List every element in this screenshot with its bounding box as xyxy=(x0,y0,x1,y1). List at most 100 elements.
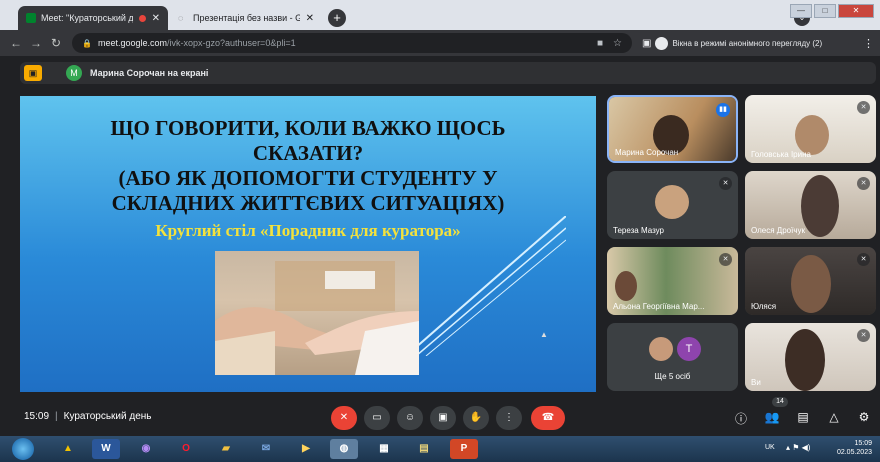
incognito-icon xyxy=(655,36,669,50)
participant-avatar xyxy=(655,185,689,219)
close-window-icon[interactable]: ✕ xyxy=(838,4,874,18)
screen: Meet: "Кураторський день" ✕ ◌ Презентаці… xyxy=(0,0,880,462)
participant-name: Головська Ірина xyxy=(751,150,811,159)
participant-name: Альона Георгіївна Мар... xyxy=(613,302,705,311)
people-icon[interactable]: 👥 xyxy=(764,410,780,424)
tab-title: Meet: "Кураторський день" xyxy=(41,13,133,23)
side-panel-icon[interactable]: ▣ xyxy=(642,38,651,49)
participant-tile[interactable]: ✕ Юляся xyxy=(745,247,876,315)
powerpoint-icon[interactable]: P xyxy=(450,439,478,459)
mic-muted-icon: ✕ xyxy=(857,177,870,190)
back-arrow-icon[interactable]: ← xyxy=(6,36,26,50)
tab-title: Презентація без назви - Google xyxy=(193,13,300,23)
leave-call-button[interactable]: ☎ xyxy=(531,406,565,430)
url-host: meet.google.com xyxy=(97,38,168,48)
maximize-icon[interactable]: □ xyxy=(814,4,836,18)
mic-muted-icon: ✕ xyxy=(719,177,732,190)
incognito-text: Вікна в режимі анонімного перегляду (2) xyxy=(672,38,823,48)
participant-tile[interactable]: ✕ Тереза Мазур xyxy=(607,171,738,239)
mic-muted-icon: ✕ xyxy=(857,329,870,342)
person-silhouette xyxy=(791,255,831,313)
tab-slides[interactable]: ◌ Презентація без назви - Google ✕ xyxy=(170,6,322,30)
more-participants-tile[interactable]: T Ще 5 осіб xyxy=(607,323,738,391)
slide-subtitle: Круглий стіл «Порадник для куратора» xyxy=(155,221,461,240)
self-view-tile[interactable]: ✕ Ви xyxy=(745,323,876,391)
tab-meet[interactable]: Meet: "Кураторський день" ✕ xyxy=(18,6,168,30)
mouse-cursor-icon: ▲ xyxy=(540,330,548,339)
participant-name: Марина Сорочан xyxy=(615,148,679,157)
presentation-icon[interactable]: ▣ xyxy=(24,65,42,81)
opera-icon[interactable]: O xyxy=(172,439,200,459)
speaking-indicator-icon: ▮▮ xyxy=(716,103,730,117)
presenter-bar: ▣ M Марина Сорочан на екрані xyxy=(20,62,876,84)
notepad-icon[interactable]: ▦ xyxy=(370,439,398,459)
camera-button[interactable]: ▭ xyxy=(364,406,390,430)
windows-taskbar: ▲ W ◉ O ▰ ✉ ▶ ◍ ▦ ▤ P UK ▴ ⚑ ◀) 15:09 02… xyxy=(0,436,880,462)
mail-icon[interactable]: ✉ xyxy=(252,439,280,459)
reload-icon[interactable]: ↻ xyxy=(46,36,66,50)
person-silhouette xyxy=(615,271,637,301)
participant-name: Ви xyxy=(751,378,761,387)
media-icon[interactable]: ▶ xyxy=(292,439,320,459)
clock-date: 02.05.2023 xyxy=(836,449,872,456)
clock-time: 15:09 xyxy=(854,440,872,447)
emoji-reaction-button[interactable]: ☺ xyxy=(397,406,423,430)
window-controls: — □ ✕ xyxy=(790,4,874,18)
address-bar[interactable]: 🔒 meet.google.com/ivk-xopx-gzo?authuser=… xyxy=(72,33,632,53)
present-screen-button[interactable]: ▣ xyxy=(430,406,456,430)
slide-title-line: ЩО ГОВОРИТИ, КОЛИ ВАЖКО ЩОСЬ xyxy=(110,116,506,140)
minimize-icon[interactable]: — xyxy=(790,4,812,18)
word-icon[interactable]: W xyxy=(92,439,120,459)
participant-count-badge: 14 xyxy=(772,397,788,407)
bookmark-star-icon[interactable]: ☆ xyxy=(613,38,622,49)
presenter-text: Марина Сорочан на екрані xyxy=(90,68,209,78)
browser-menu-icon[interactable]: ⋮ xyxy=(863,37,874,50)
incognito-indicator[interactable]: ▣ Вікна в режимі анонімного перегляду (2… xyxy=(642,36,823,50)
forward-arrow-icon[interactable]: → xyxy=(26,36,46,50)
participant-tile[interactable]: ✕ Олеся Дроїчук xyxy=(745,171,876,239)
url-path: /ivk-xopx-gzo?authuser=0&pli=1 xyxy=(167,38,296,48)
mic-muted-icon: ✕ xyxy=(857,101,870,114)
close-tab-icon[interactable]: ✕ xyxy=(152,13,160,24)
participant-tile[interactable]: ▮▮ Марина Сорочан xyxy=(607,95,738,163)
host-controls-icon[interactable]: ⚙ xyxy=(856,410,872,424)
url-text: meet.google.com/ivk-xopx-gzo?authuser=0&… xyxy=(98,38,296,48)
camera-indicator-icon[interactable]: ■ xyxy=(597,38,603,49)
new-tab-button[interactable]: + xyxy=(328,9,346,27)
overflow-avatars: T xyxy=(649,337,701,361)
more-participants-label: Ще 5 осіб xyxy=(654,372,691,381)
participant-name: Тереза Мазур xyxy=(613,226,664,235)
avatar: M xyxy=(66,65,82,81)
activities-icon[interactable]: △ xyxy=(826,410,842,424)
slide-title: ЩО ГОВОРИТИ, КОЛИ ВАЖКО ЩОСЬ СКАЗАТИ? (А… xyxy=(60,116,556,216)
more-options-button[interactable]: ⋮ xyxy=(496,406,522,430)
system-clock[interactable]: 15:09 02.05.2023 xyxy=(837,439,872,457)
meeting-time: 15:09 xyxy=(24,411,50,422)
meet-control-bar: 15:09 | Кураторський день ✕ ▭ ☺ ▣ ✋ ⋮ ☎ ⓘ … xyxy=(0,400,880,436)
language-indicator[interactable]: UK xyxy=(765,444,775,451)
chrome-icon[interactable]: ◍ xyxy=(330,439,358,459)
browser-tab-strip: Meet: "Кураторський день" ✕ ◌ Презентаці… xyxy=(0,0,880,30)
chat-icon[interactable]: ▤ xyxy=(795,410,811,424)
participant-tile[interactable]: ✕ Альона Георгіївна Мар... xyxy=(607,247,738,315)
viber-icon[interactable]: ◉ xyxy=(132,439,160,459)
meeting-details-icon[interactable]: ⓘ xyxy=(733,410,749,427)
participant-tile[interactable]: ✕ Головська Ірина xyxy=(745,95,876,163)
tray-icons[interactable]: ▴ ⚑ ◀) xyxy=(786,443,810,452)
slide-title-line: (АБО ЯК ДОПОМОГТИ СТУДЕНТУ У xyxy=(118,166,498,190)
person-silhouette xyxy=(801,175,839,237)
start-button[interactable] xyxy=(12,438,34,460)
mic-off-button[interactable]: ✕ xyxy=(331,406,357,430)
raise-hand-button[interactable]: ✋ xyxy=(463,406,489,430)
avatar: T xyxy=(677,337,701,361)
folder-icon[interactable]: ▰ xyxy=(212,439,240,459)
alert-app-icon[interactable]: ▲ xyxy=(54,439,82,459)
person-silhouette xyxy=(785,329,825,391)
shared-slide: ЩО ГОВОРИТИ, КОЛИ ВАЖКО ЩОСЬ СКАЗАТИ? (А… xyxy=(20,96,596,392)
mic-muted-icon: ✕ xyxy=(719,253,732,266)
slide-title-line: СКЛАДНИХ ЖИТТЄВИХ СИТУАЦІЯХ) xyxy=(111,191,505,215)
hands-illustration xyxy=(215,261,419,375)
meeting-info: 15:09 | Кураторський день xyxy=(24,411,152,422)
close-tab-icon[interactable]: ✕ xyxy=(306,13,314,24)
explorer-icon[interactable]: ▤ xyxy=(410,439,438,459)
